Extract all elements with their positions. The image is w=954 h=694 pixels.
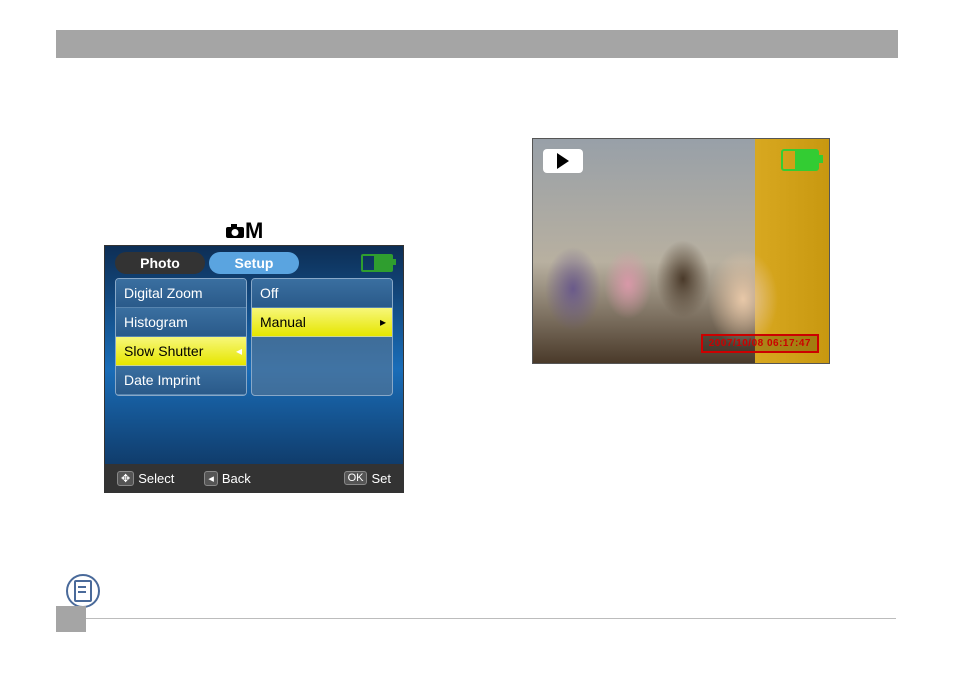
menu-option-manual[interactable]: Manual [252, 308, 392, 337]
page-tab [56, 606, 86, 632]
date-imprint-overlay: 2007/10/08 06:17:47 [701, 334, 819, 353]
playback-icon[interactable] [543, 149, 583, 173]
footer-back: ◂Back [204, 471, 250, 486]
tab-setup[interactable]: Setup [209, 252, 299, 274]
menu-option-off[interactable]: Off [252, 279, 392, 308]
menu-footer: ✥Select ◂Back OKSet [105, 464, 403, 492]
battery-icon [361, 254, 393, 272]
menu-tabs: Photo Setup [105, 246, 403, 278]
note-icon [66, 574, 100, 608]
divider-line [86, 618, 896, 619]
dpad-icon: ✥ [117, 471, 134, 486]
back-icon: ◂ [204, 471, 218, 486]
menu-left-column: Digital Zoom Histogram Slow Shutter Date… [115, 278, 247, 396]
ok-icon: OK [344, 471, 368, 485]
preview-image: 2007/10/08 06:17:47 [533, 139, 829, 363]
battery-icon-overlay [781, 149, 819, 171]
menu-item-histogram[interactable]: Histogram [116, 308, 246, 337]
photo-preview: 2007/10/08 06:17:47 [532, 138, 830, 364]
footer-set: OKSet [344, 471, 391, 486]
tab-photo[interactable]: Photo [115, 252, 205, 274]
menu-item-date-imprint[interactable]: Date Imprint [116, 366, 246, 395]
menu-right-column: Off Manual [251, 278, 393, 396]
camera-settings-menu: Photo Setup Digital Zoom Histogram Slow … [104, 245, 404, 493]
menu-item-digital-zoom[interactable]: Digital Zoom [116, 279, 246, 308]
header-bar [56, 30, 898, 58]
footer-select: ✥Select [117, 471, 174, 486]
mode-indicator: M [225, 218, 264, 245]
menu-body: Digital Zoom Histogram Slow Shutter Date… [105, 278, 403, 396]
mode-letter: M [245, 218, 264, 243]
camera-icon [225, 219, 245, 245]
menu-item-slow-shutter[interactable]: Slow Shutter [116, 337, 246, 366]
